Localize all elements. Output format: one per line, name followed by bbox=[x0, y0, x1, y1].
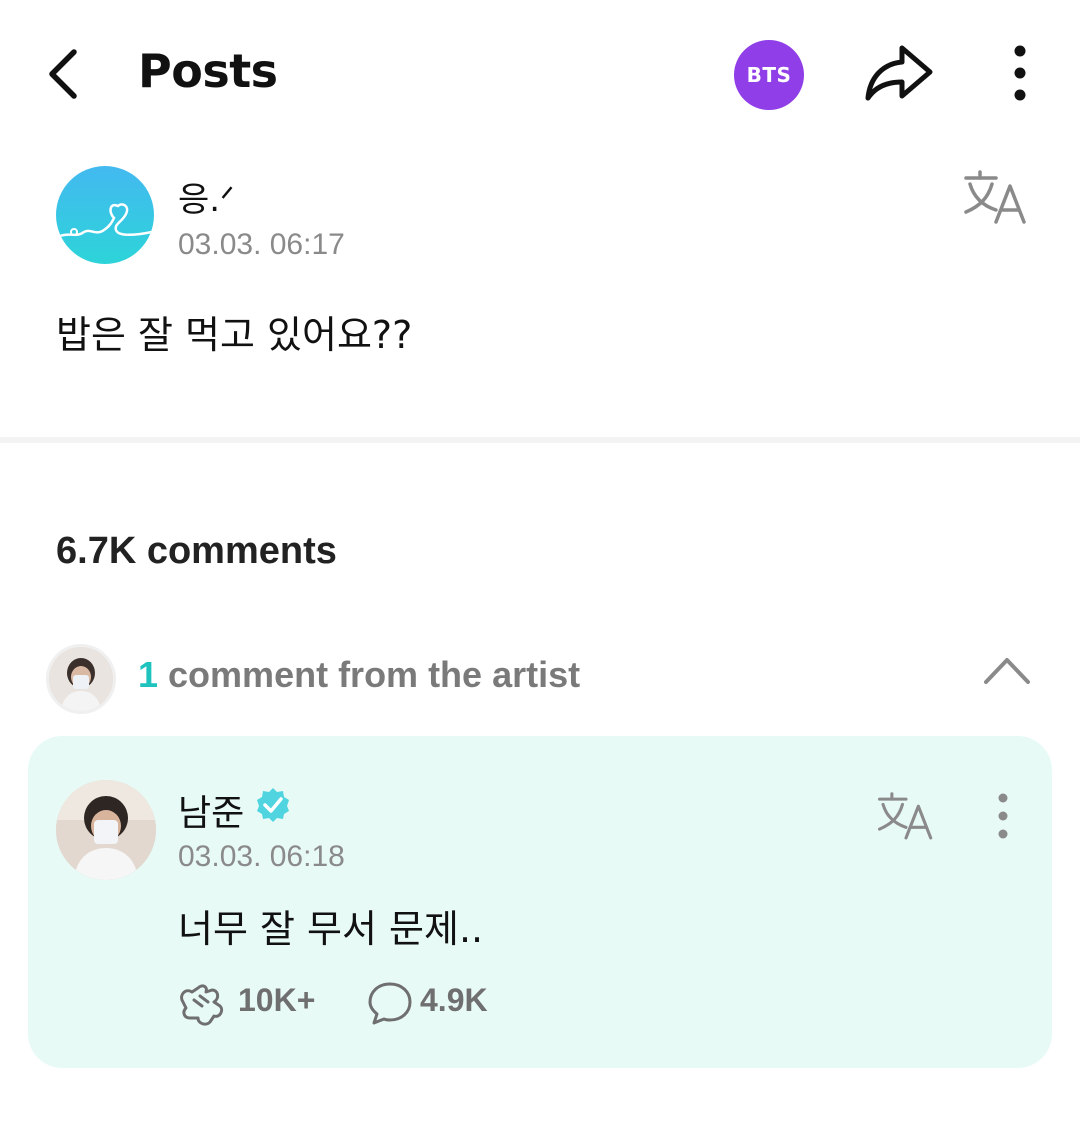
artist-comment-count: 1 bbox=[138, 654, 159, 695]
chevron-left-icon bbox=[49, 49, 77, 99]
comment-timestamp: 03.03. 06:18 bbox=[178, 840, 345, 873]
translate-icon bbox=[877, 792, 933, 840]
like-count: 10K+ bbox=[238, 982, 316, 1018]
post-timestamp: 03.03. 06:17 bbox=[178, 228, 345, 261]
author-avatar[interactable] bbox=[56, 166, 154, 264]
artist-photo-icon bbox=[56, 780, 156, 880]
translate-comment-button[interactable] bbox=[876, 790, 936, 840]
section-divider bbox=[0, 437, 1080, 443]
like-hands-icon bbox=[180, 984, 224, 1026]
reply-count: 4.9K bbox=[420, 982, 488, 1018]
post-body-text: 밥은 잘 먹고 있어요?? bbox=[56, 313, 413, 357]
speech-bubble-icon bbox=[368, 982, 412, 1025]
top-app-bar: Posts BTS bbox=[0, 0, 1080, 150]
heart-line-icon bbox=[58, 203, 154, 238]
comment-more-button[interactable] bbox=[988, 792, 1018, 842]
verified-badge-icon bbox=[257, 788, 289, 822]
artist-comment-label: comment from the artist bbox=[158, 654, 581, 695]
commenter-avatar[interactable] bbox=[56, 780, 156, 880]
more-options-button[interactable] bbox=[998, 40, 1042, 106]
artist-photo-icon bbox=[49, 647, 113, 711]
reply-button[interactable] bbox=[366, 980, 414, 1026]
post-author-name[interactable]: 응.ᐟ bbox=[178, 172, 234, 221]
translate-icon bbox=[964, 170, 1026, 224]
like-button[interactable] bbox=[176, 980, 228, 1026]
comment-body-text: 너무 잘 무서 문제.. bbox=[178, 907, 484, 951]
chevron-up-icon bbox=[984, 658, 1030, 684]
collapse-artist-comments-button[interactable] bbox=[980, 650, 1034, 690]
community-badge-button[interactable]: BTS bbox=[734, 40, 804, 110]
vertical-dots-icon bbox=[1014, 45, 1026, 101]
commenter-name[interactable]: 남준 bbox=[178, 784, 244, 836]
page-title: Posts bbox=[138, 44, 278, 98]
artist-comment-card: 남준 03.03. 06:18 너무 잘 무서 문제.. 10K+ 4.9K bbox=[28, 736, 1052, 1068]
artist-avatar-small bbox=[46, 644, 116, 714]
share-arrow-icon bbox=[865, 45, 933, 101]
comments-count: 6.7K comments bbox=[56, 530, 337, 572]
translate-post-button[interactable] bbox=[962, 168, 1030, 224]
share-button[interactable] bbox=[862, 40, 936, 106]
back-button[interactable] bbox=[40, 44, 92, 104]
vertical-dots-icon bbox=[998, 793, 1008, 839]
artist-comment-summary[interactable]: 1 comment from the artist bbox=[138, 654, 580, 696]
